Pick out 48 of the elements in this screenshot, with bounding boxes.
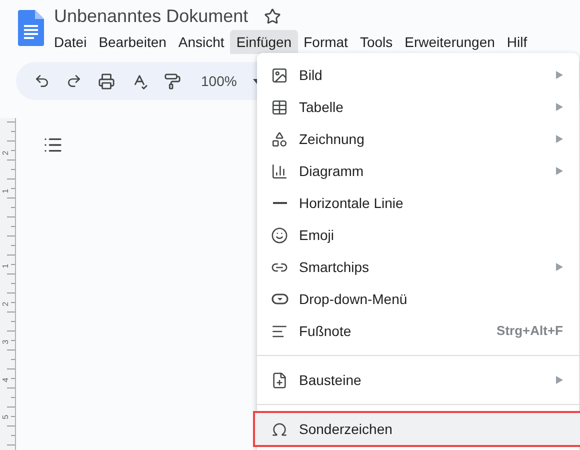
menu-bar-item[interactable]: Erweiterungen <box>398 30 501 54</box>
menu-item[interactable]: Smartchips <box>257 251 579 283</box>
menu-item-label: Bausteine <box>299 370 362 390</box>
shortcut-text: Strg+Alt+F <box>496 322 563 340</box>
bar-chart-icon <box>271 162 288 180</box>
menu-item[interactable]: Fußnote Strg+Alt+F <box>257 315 579 347</box>
smiley-icon <box>271 226 288 244</box>
menu-item[interactable]: Horizontale Linie <box>257 187 579 219</box>
menu-bar-item[interactable]: Format <box>298 30 354 54</box>
redo-icon[interactable] <box>66 73 82 89</box>
omega-icon <box>271 420 288 438</box>
shapes-icon <box>271 130 288 148</box>
minus-icon <box>272 202 286 204</box>
menu-item[interactable]: Drop-down-Menü <box>257 283 579 315</box>
document-title[interactable]: Unbenanntes Dokument <box>54 4 248 28</box>
menu-item-label: Emoji <box>299 226 336 245</box>
vertical-ruler: 2 1 1 2 3 4 5 <box>0 118 17 450</box>
menu-item[interactable]: Bausteine <box>257 364 579 396</box>
menu-bar-item[interactable]: Ansicht <box>172 30 230 54</box>
menu-item-label: Tabelle <box>299 98 344 116</box>
menu-bar-item[interactable]: Datei <box>48 30 93 54</box>
menu-item-label: Sonderzeichen <box>299 420 394 438</box>
menu-bar-item[interactable]: Einfügen <box>230 30 298 54</box>
menu-item-label: Horizontale Linie <box>299 194 404 212</box>
menu-item-label: Drop-down-Menü <box>299 290 408 309</box>
zoom-value[interactable]: 100% <box>201 70 237 92</box>
document-logo-icon[interactable] <box>18 10 44 46</box>
menu-item[interactable]: Bild <box>257 59 579 91</box>
menu-bar-item[interactable]: Bearbeiten <box>92 30 172 54</box>
menu-item[interactable]: Emoji <box>257 219 579 251</box>
menu-item-label: Zeichnung <box>299 130 366 149</box>
menu-bar-item[interactable]: Hilf <box>500 30 534 54</box>
menu-item[interactable]: Sonderzeichen <box>255 413 580 445</box>
star-icon[interactable] <box>264 8 282 24</box>
paint-roller-icon[interactable] <box>164 72 181 90</box>
menu-item-label: Bild <box>299 66 324 84</box>
menu-item[interactable]: Tabelle <box>257 91 579 123</box>
undo-icon[interactable] <box>34 73 50 89</box>
image-icon <box>271 66 288 84</box>
print-icon[interactable] <box>98 72 115 90</box>
menu-bar-item[interactable]: Tools <box>354 30 399 54</box>
menu-item[interactable]: Zeichnung <box>257 123 579 155</box>
menu-item-label: Fußnote <box>299 322 352 340</box>
menu-item-label: Smartchips <box>299 258 370 277</box>
menu-item[interactable]: Diagramm <box>257 155 579 187</box>
document-plus-icon <box>271 372 288 388</box>
table-icon <box>271 98 288 116</box>
menu-item-label: Diagramm <box>299 162 365 181</box>
